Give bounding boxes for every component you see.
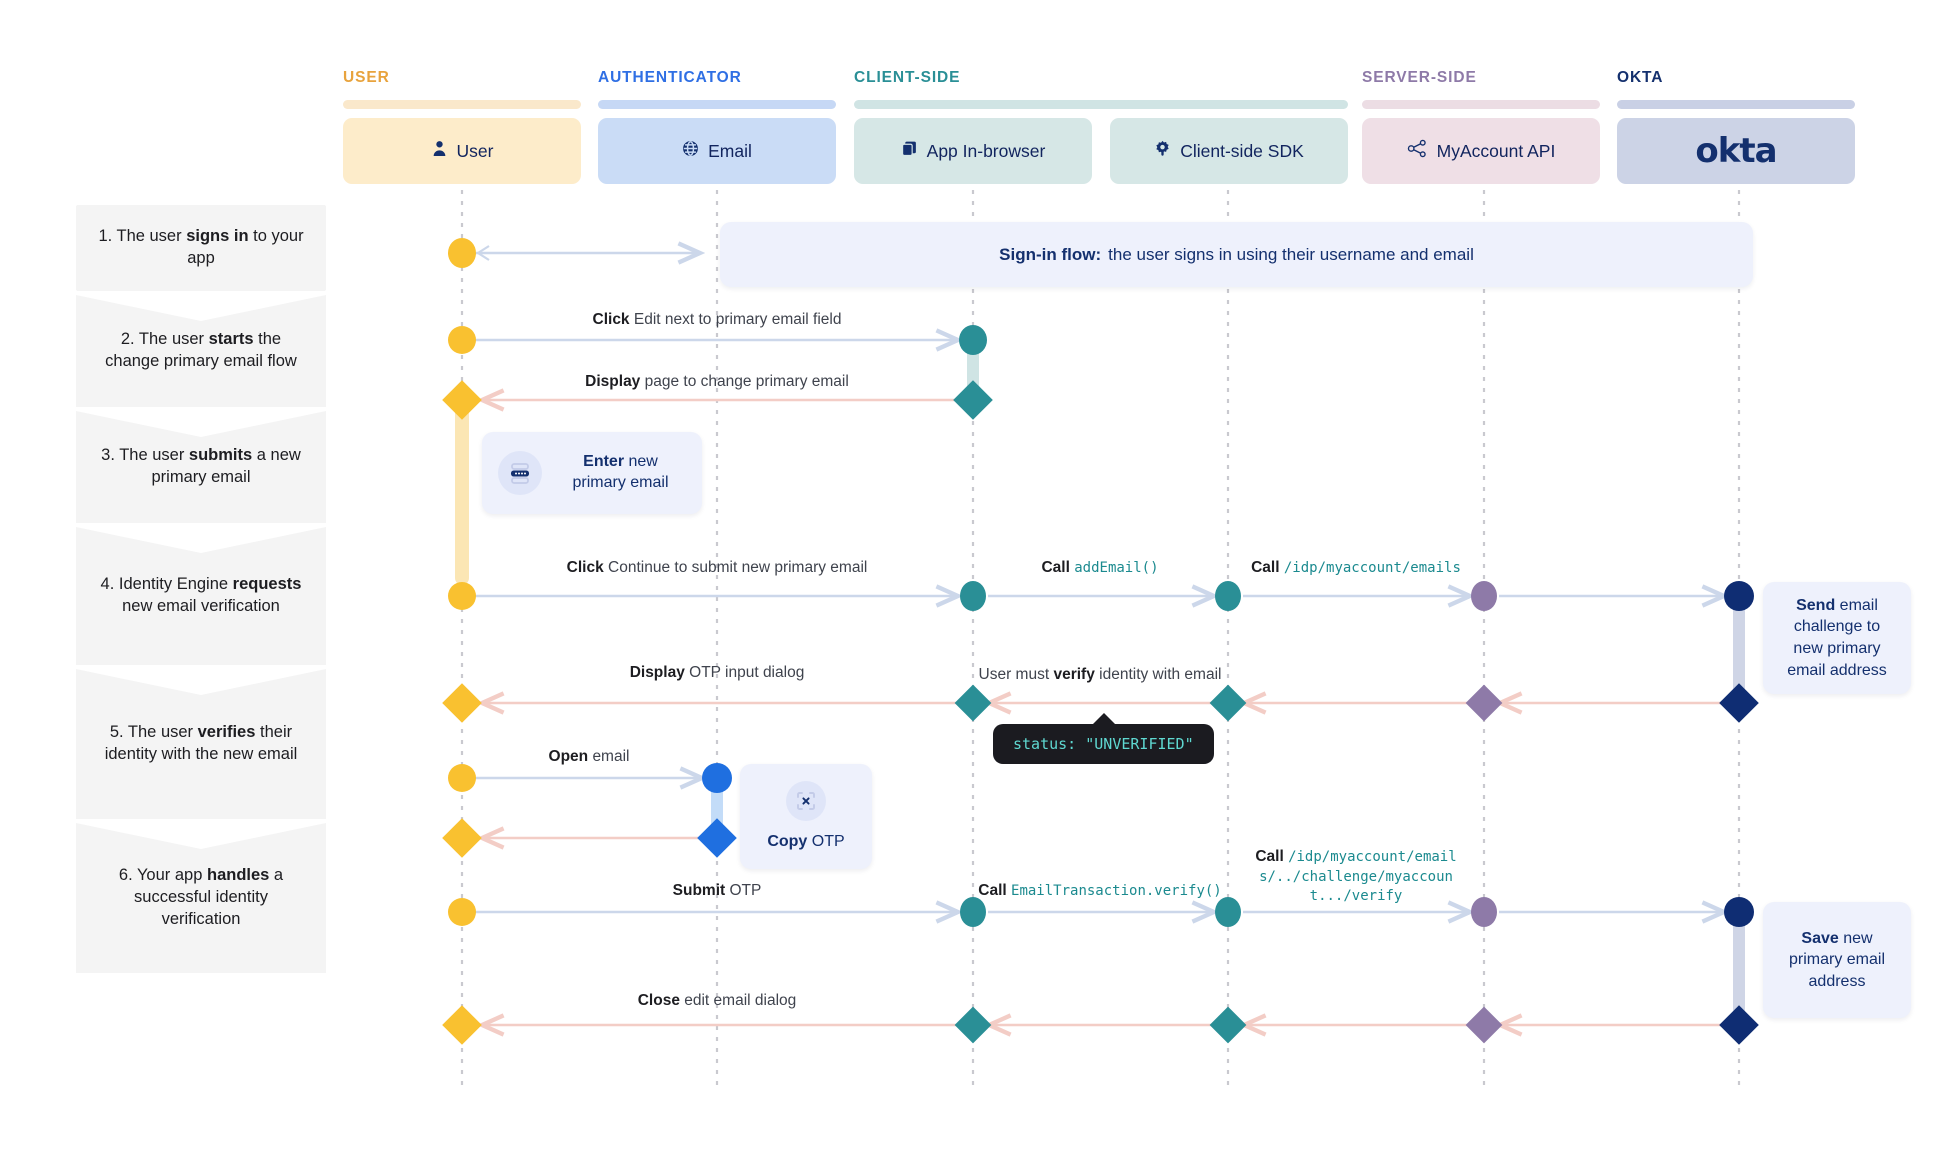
lane-okta[interactable]: okta	[1617, 118, 1855, 184]
msg-user-verify-suffix: identity with email	[1094, 666, 1222, 683]
msg-call-emails-code: /idp/myaccount/emails	[1283, 560, 1461, 576]
msg-call-verify-bold: Call	[978, 882, 1007, 899]
zone-label-client-side: CLIENT-SIDE	[854, 69, 961, 86]
okta-logo: okta	[1695, 131, 1777, 171]
person-icon	[431, 140, 448, 162]
msg-display-page: Display page to change primary email	[585, 372, 849, 391]
lane-user-label: User	[456, 140, 494, 161]
step-item: 1. The user signs in to your app	[76, 205, 326, 291]
banner-text: the user signs in using their username a…	[1108, 244, 1474, 264]
msg-user-verify: User must verify identity with email	[979, 665, 1222, 684]
lane-user[interactable]: User	[343, 118, 581, 184]
msg-call-verify: Call EmailTransaction.verify()	[978, 881, 1221, 901]
msg-call-addemail: Call addEmail()	[1041, 558, 1158, 578]
msg-click-continue: Click Continue to submit new primary ema…	[567, 558, 868, 577]
msg-display-page-text: page to change primary email	[640, 373, 849, 390]
note-copy-otp-text: OTP	[807, 832, 845, 850]
step-item: 3. The user submits a new primary email	[76, 411, 326, 523]
step-item: 2. The user starts the change primary em…	[76, 295, 326, 407]
zone-label-authenticator: AUTHENTICATOR	[598, 69, 742, 86]
note-enter-email: Enter new primary email	[482, 432, 702, 514]
window-stack-icon	[901, 140, 918, 162]
tooltip-status: status: "UNVERIFIED"	[993, 713, 1214, 764]
step-1-text: 1. The user signs in to your app	[76, 205, 326, 291]
lane-app-in-browser-label: App In-browser	[926, 140, 1046, 161]
zone-bar-user	[343, 100, 581, 109]
msg-call-challenge-code: /idp/myaccount/emails/../challenge/myacc…	[1259, 849, 1457, 904]
msg-click-edit-text: Edit next to primary email field	[629, 311, 842, 328]
lane-app-in-browser[interactable]: App In-browser	[854, 118, 1092, 184]
zone-bar-server-side	[1362, 100, 1600, 109]
msg-call-emails-bold: Call	[1251, 559, 1280, 576]
msg-click-edit: Click Edit next to primary email field	[593, 310, 842, 329]
msg-open-email-bold: Open	[548, 748, 589, 765]
zone-bar-authenticator	[598, 100, 836, 109]
note-save-email-bold: Save	[1801, 929, 1839, 947]
step-2-text: 2. The user starts the change primary em…	[76, 295, 326, 407]
msg-user-verify-prefix: User must	[978, 666, 1054, 683]
note-save-email: Save new primary email address	[1763, 902, 1911, 1018]
otp-scan-icon	[786, 780, 826, 821]
msg-submit-otp-bold: Submit	[672, 882, 726, 899]
msg-close-dialog-bold: Close	[637, 992, 680, 1009]
msg-display-otp-text: OTP input dialog	[684, 664, 805, 681]
note-enter-email-bold: Enter	[583, 453, 625, 471]
note-send-challenge-bold: Send	[1796, 596, 1836, 614]
share-nodes-icon	[1407, 138, 1428, 164]
step-5-text: 5. The user verifies their identity with…	[76, 669, 326, 819]
msg-call-addemail-code: addEmail()	[1074, 560, 1159, 576]
msg-call-addemail-bold: Call	[1041, 559, 1070, 576]
lane-client-side-sdk[interactable]: Client-side SDK	[1110, 118, 1348, 184]
zone-bar-client-side	[854, 100, 1348, 109]
msg-open-email-text: email	[588, 748, 630, 765]
form-input-icon	[498, 451, 542, 495]
lane-myaccount-api[interactable]: MyAccount API	[1362, 118, 1600, 184]
gear-icon	[1154, 140, 1171, 162]
lane-email-label: Email	[708, 140, 752, 161]
lane-myaccount-api-label: MyAccount API	[1436, 140, 1556, 161]
banner-bold: Sign-in flow:	[999, 244, 1102, 264]
msg-display-otp-bold: Display	[629, 664, 685, 681]
msg-open-email: Open email	[549, 747, 630, 766]
msg-display-otp: Display OTP input dialog	[630, 663, 805, 682]
msg-click-continue-bold: Click	[566, 559, 604, 576]
zone-label-okta: OKTA	[1617, 69, 1664, 86]
msg-submit-otp: Submit OTP	[673, 881, 762, 900]
msg-click-continue-text: Continue to submit new primary email	[603, 559, 868, 576]
note-copy-otp-bold: Copy	[767, 832, 808, 850]
msg-call-challenge-bold: Call	[1255, 848, 1284, 865]
step-3-text: 3. The user submits a new primary email	[76, 411, 326, 523]
step-item: 5. The user verifies their identity with…	[76, 669, 326, 819]
lane-email[interactable]: Email	[598, 118, 836, 184]
msg-user-verify-bold: verify	[1053, 666, 1095, 683]
msg-display-page-bold: Display	[585, 373, 641, 390]
globe-icon	[682, 140, 699, 162]
note-copy-otp: Copy OTP	[740, 764, 872, 869]
lane-client-side-sdk-label: Client-side SDK	[1180, 140, 1304, 161]
step-item: 4. Identity Engine requests new email ve…	[76, 527, 326, 665]
tooltip-status-text: status: "UNVERIFIED"	[1013, 735, 1194, 753]
sign-in-flow-banner: Sign-in flow: the user signs in using th…	[720, 222, 1753, 287]
diagram-canvas: 1. The user signs in to your app 2. The …	[0, 0, 1934, 1164]
msg-submit-otp-text: OTP	[725, 882, 762, 899]
msg-close-dialog: Close edit email dialog	[638, 991, 797, 1010]
msg-call-emails: Call /idp/myaccount/emails	[1251, 558, 1461, 578]
msg-close-dialog-text: edit email dialog	[679, 992, 797, 1009]
step-6-text: 6. Your app handles a successful identit…	[76, 823, 326, 973]
zone-label-user: USER	[343, 69, 390, 86]
msg-click-edit-bold: Click	[592, 311, 630, 328]
step-rail: 1. The user signs in to your app 2. The …	[76, 205, 326, 977]
msg-call-verify-code: EmailTransaction.verify()	[1011, 883, 1222, 899]
step-item: 6. Your app handles a successful identit…	[76, 823, 326, 973]
zone-label-server-side: SERVER-SIDE	[1362, 69, 1477, 86]
step-4-text: 4. Identity Engine requests new email ve…	[76, 527, 326, 665]
msg-call-challenge: Call /idp/myaccount/emails/../challenge/…	[1249, 847, 1464, 906]
zone-bar-okta	[1617, 100, 1855, 109]
note-send-challenge: Send email challenge to new primary emai…	[1763, 582, 1911, 694]
